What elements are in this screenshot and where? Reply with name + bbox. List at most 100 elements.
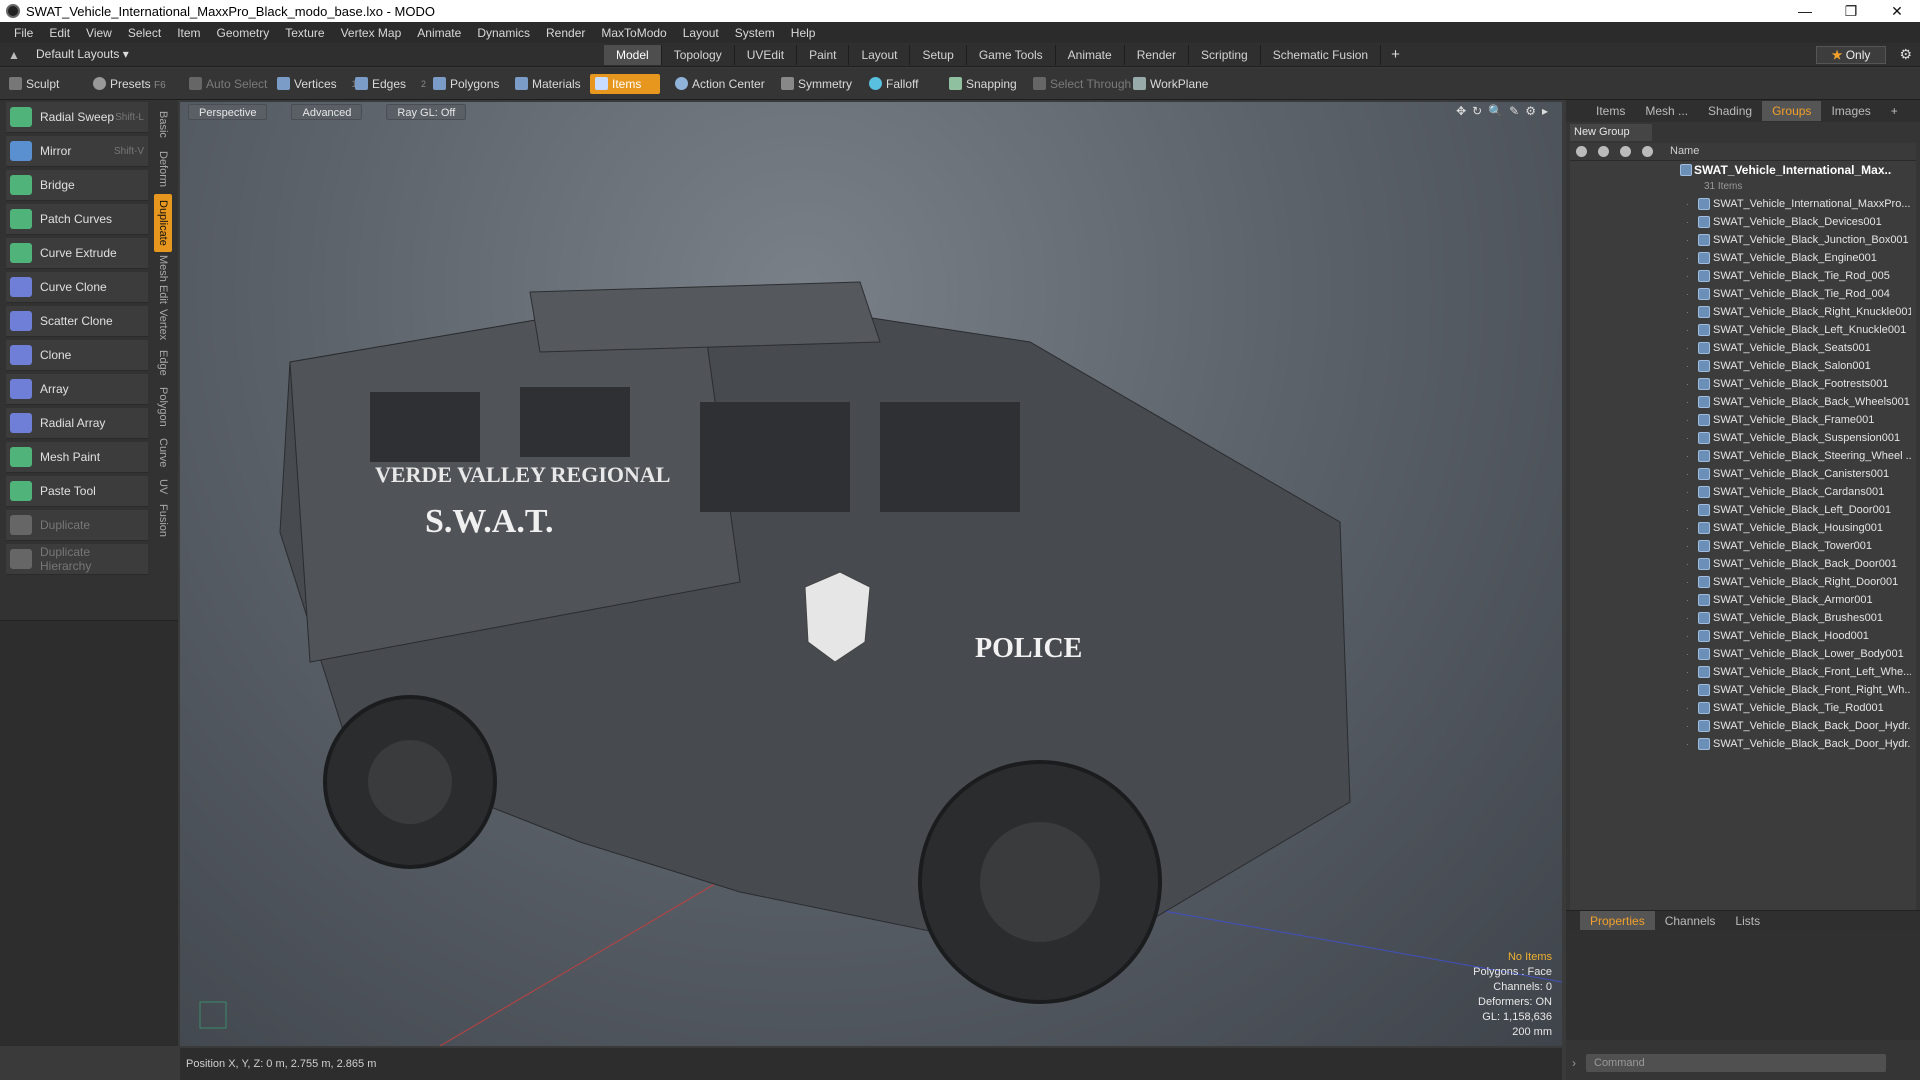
menu-item[interactable]: Item — [169, 26, 208, 40]
tab-paint[interactable]: Paint — [797, 45, 850, 65]
group-list-item[interactable]: · SWAT_Vehicle_Black_Right_Door001 — [1570, 573, 1916, 591]
group-list-item[interactable]: · SWAT_Vehicle_Black_Back_Door_Hydr... — [1570, 717, 1916, 735]
menu-geometry[interactable]: Geometry — [209, 26, 278, 40]
sculpt-button[interactable]: Sculpt — [4, 74, 67, 94]
tool-clone[interactable]: Clone — [6, 340, 148, 371]
3d-viewport[interactable]: Perspective Advanced Ray GL: Off ✥↻🔍✎⚙▸ … — [180, 102, 1562, 1046]
select-icon[interactable] — [1642, 146, 1653, 157]
lock-icon[interactable] — [1620, 146, 1631, 157]
vtab-uv[interactable]: UV — [154, 474, 172, 500]
tab-game-tools[interactable]: Game Tools — [967, 45, 1056, 65]
tab-layout[interactable]: Layout — [849, 45, 911, 65]
tab-channels[interactable]: Channels — [1655, 911, 1726, 931]
vtab-edge[interactable]: Edge — [154, 346, 172, 380]
group-list-item[interactable]: · SWAT_Vehicle_Black_Devices001 — [1570, 213, 1916, 231]
group-list-item[interactable]: · SWAT_Vehicle_Black_Front_Right_Wh... — [1570, 681, 1916, 699]
group-list-item[interactable]: · SWAT_Vehicle_Black_Junction_Box001 — [1570, 231, 1916, 249]
tab-topology[interactable]: Topology — [662, 45, 735, 65]
menu-file[interactable]: File — [6, 26, 41, 40]
tool-mesh-paint[interactable]: Mesh Paint — [6, 442, 148, 473]
add-tab-button[interactable]: + — [1381, 45, 1410, 65]
command-input[interactable]: Command — [1586, 1054, 1886, 1072]
vertices-button[interactable]: Vertices1 — [272, 74, 357, 94]
tab-render[interactable]: Render — [1125, 45, 1190, 65]
vtab-fusion[interactable]: Fusion — [154, 502, 172, 540]
group-list-item[interactable]: · SWAT_Vehicle_Black_Back_Door001 — [1570, 555, 1916, 573]
menu-dynamics[interactable]: Dynamics — [469, 26, 538, 40]
menu-maxtomodo[interactable]: MaxToModo — [593, 26, 674, 40]
group-list-item[interactable]: · SWAT_Vehicle_Black_Brushes001 — [1570, 609, 1916, 627]
name-column-header[interactable]: Name — [1670, 145, 1699, 157]
group-list-item[interactable]: · SWAT_Vehicle_Black_Back_Wheels001 — [1570, 393, 1916, 411]
group-list-item[interactable]: · SWAT_Vehicle_Black_Back_Door_Hydr... — [1570, 735, 1916, 753]
group-list-item[interactable]: · SWAT_Vehicle_Black_Cardans001 — [1570, 483, 1916, 501]
tab-uvedit[interactable]: UVEdit — [735, 45, 798, 65]
vtab-vertex[interactable]: Vertex — [154, 306, 172, 344]
group-list-item[interactable]: · SWAT_Vehicle_Black_Right_Knuckle001 — [1570, 303, 1916, 321]
group-list-item[interactable]: · SWAT_Vehicle_International_MaxxPro... — [1570, 195, 1916, 213]
materials-button[interactable]: Materials — [510, 74, 589, 94]
tool-duplicate[interactable]: Duplicate — [6, 510, 148, 541]
vtab-curve[interactable]: Curve — [154, 434, 172, 472]
render-icon[interactable] — [1598, 146, 1609, 157]
vtab-deform[interactable]: Deform — [154, 146, 172, 192]
tool-array[interactable]: Array — [6, 374, 148, 405]
only-toggle[interactable]: ★ Only — [1816, 46, 1886, 64]
group-list-item[interactable]: · SWAT_Vehicle_Black_Steering_Wheel ... — [1570, 447, 1916, 465]
layout-arrow-icon[interactable]: ▲ — [8, 48, 20, 62]
select-through-button[interactable]: Select Through — [1028, 74, 1139, 94]
group-list-item[interactable]: · SWAT_Vehicle_Black_Seats001 — [1570, 339, 1916, 357]
tool-curve-clone[interactable]: Curve Clone — [6, 272, 148, 303]
tool-mirror[interactable]: Mirror Shift-V — [6, 136, 148, 167]
group-list-item[interactable]: · SWAT_Vehicle_Black_Armor001 — [1570, 591, 1916, 609]
group-list-item[interactable]: · SWAT_Vehicle_Black_Canisters001 — [1570, 465, 1916, 483]
group-list-item[interactable]: · SWAT_Vehicle_Black_Housing001 — [1570, 519, 1916, 537]
group-list-item[interactable]: · SWAT_Vehicle_Black_Front_Left_Whe... — [1570, 663, 1916, 681]
tool-scatter-clone[interactable]: Scatter Clone — [6, 306, 148, 337]
group-list-item[interactable]: · SWAT_Vehicle_Black_Lower_Body001 — [1570, 645, 1916, 663]
falloff-button[interactable]: Falloff — [864, 74, 926, 94]
menu-texture[interactable]: Texture — [277, 26, 332, 40]
group-list-item[interactable]: · SWAT_Vehicle_Black_Footrests001 — [1570, 375, 1916, 393]
snapping-button[interactable]: Snapping — [944, 74, 1025, 94]
tab-mesh[interactable]: Mesh ... — [1635, 101, 1698, 121]
tool-patch-curves[interactable]: Patch Curves — [6, 204, 148, 235]
edges-button[interactable]: Edges 2 — [350, 74, 426, 94]
tab-setup[interactable]: Setup — [910, 45, 967, 65]
group-list-item[interactable]: · SWAT_Vehicle_Black_Tie_Rod_004 — [1570, 285, 1916, 303]
group-list-item[interactable]: · SWAT_Vehicle_Black_Salon001 — [1570, 357, 1916, 375]
tab-properties[interactable]: Properties — [1580, 910, 1655, 931]
tool-paste-tool[interactable]: Paste Tool — [6, 476, 148, 507]
tool-bridge[interactable]: Bridge — [6, 170, 148, 201]
polygons-button[interactable]: Polygons — [428, 74, 507, 94]
vtab-duplicate[interactable]: Duplicate — [154, 194, 172, 252]
group-root-row[interactable]: ▾ SWAT_Vehicle_International_Max... — [1570, 161, 1916, 179]
tool-radial-sweep[interactable]: Radial Sweep Shift-L — [6, 102, 148, 133]
tab-scripting[interactable]: Scripting — [1189, 45, 1261, 65]
vtab-mesh-edit[interactable]: Mesh Edit — [154, 254, 172, 304]
menu-vertex-map[interactable]: Vertex Map — [333, 26, 410, 40]
menu-render[interactable]: Render — [538, 26, 593, 40]
workplane-button[interactable]: WorkPlane — [1128, 74, 1216, 94]
group-list-item[interactable]: · SWAT_Vehicle_Black_Hood001 — [1570, 627, 1916, 645]
auto-select-button[interactable]: Auto Select — [184, 74, 275, 94]
vtab-polygon[interactable]: Polygon — [154, 382, 172, 432]
minimize-button[interactable]: — — [1782, 3, 1828, 19]
group-list-item[interactable]: · SWAT_Vehicle_Black_Frame001 — [1570, 411, 1916, 429]
action-center-button[interactable]: Action Center — [670, 74, 773, 94]
group-list-item[interactable]: · SWAT_Vehicle_Black_Tie_Rod001 — [1570, 699, 1916, 717]
menu-animate[interactable]: Animate — [409, 26, 469, 40]
presets-button[interactable]: Presets F6 — [88, 74, 174, 94]
menu-edit[interactable]: Edit — [41, 26, 78, 40]
tab-items[interactable]: Items — [1586, 101, 1635, 121]
maximize-button[interactable]: ❐ — [1828, 3, 1874, 20]
tab-schematic-fusion[interactable]: Schematic Fusion — [1261, 45, 1382, 65]
add-tab-button[interactable]: + — [1881, 101, 1908, 121]
tab-shading[interactable]: Shading — [1698, 101, 1762, 121]
close-button[interactable]: ✕ — [1874, 3, 1920, 20]
tab-lists[interactable]: Lists — [1725, 911, 1770, 931]
menu-help[interactable]: Help — [783, 26, 824, 40]
tab-model[interactable]: Model — [604, 45, 662, 65]
group-list-item[interactable]: · SWAT_Vehicle_Black_Left_Door001 — [1570, 501, 1916, 519]
symmetry-button[interactable]: Symmetry — [776, 74, 860, 94]
